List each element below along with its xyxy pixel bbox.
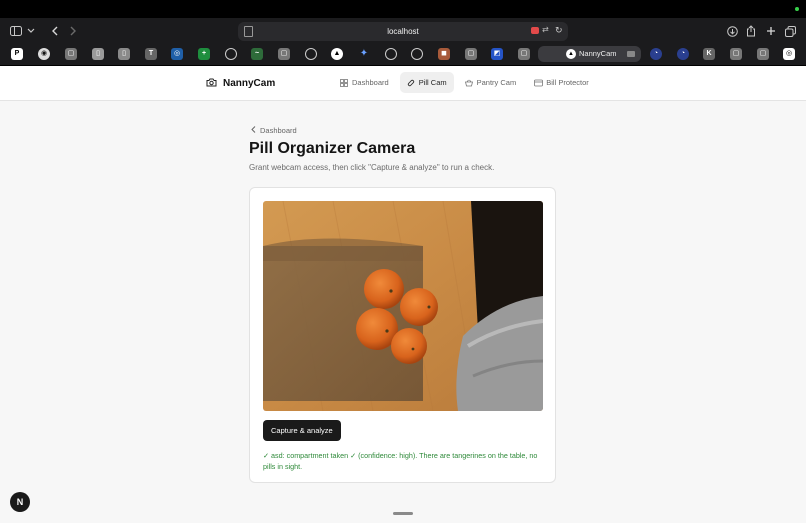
back-link[interactable]: Dashboard [251,126,297,135]
nextjs-dev-badge[interactable]: N [10,492,30,512]
chevron-left-icon [251,126,256,135]
tab-favicon-icon[interactable]: ◎ [783,48,795,60]
tab-favicon-icon[interactable]: ◉ [38,48,50,60]
back-arrow-icon[interactable] [48,18,62,44]
translate-icon[interactable]: ⇄ [542,25,549,34]
recording-icon[interactable] [531,27,539,34]
github-icon[interactable] [385,48,397,60]
nav-dashboard[interactable]: Dashboard [333,72,396,93]
tab-strip: P ◉ ▢ ▯ ▯ T ◎ + ~ ▢ ▲ ✦ ◼ ▢ ◩ ▢ ▲ NannyC… [0,44,806,66]
webcam-preview [263,201,543,411]
page-subtitle: Grant webcam access, then click "Capture… [249,163,495,172]
grid-icon [340,78,348,87]
analysis-result: ✓ asd: compartment taken ✓ (confidence: … [263,451,538,471]
tab-favicon-icon[interactable]: ◼ [438,48,450,60]
camera-icon [206,74,217,92]
back-link-label: Dashboard [260,126,297,135]
tab-favicon-icon[interactable]: ▢ [730,48,742,60]
nav-pantry-cam[interactable]: Pantry Cam [458,72,524,93]
github-icon[interactable] [225,48,237,60]
tab-favicon-icon[interactable]: ◔ [650,48,662,60]
sparkle-icon[interactable]: ✦ [358,48,370,60]
url-text: localhost [387,27,419,36]
tab-favicon-icon[interactable]: ~ [251,48,263,60]
card-icon [534,79,544,87]
tab-favicon-icon[interactable]: ◩ [491,48,503,60]
tab-favicon-icon[interactable]: ▯ [118,48,130,60]
forward-arrow-icon[interactable] [66,18,80,44]
sidebar-toggle-icon[interactable] [8,18,24,44]
github-icon[interactable] [411,48,423,60]
nav-label: Pantry Cam [476,78,517,87]
download-icon[interactable] [725,18,739,44]
active-tab-label: NannyCam [579,49,617,58]
tab-favicon-icon[interactable]: P [11,48,23,60]
brand-name: NannyCam [223,77,276,89]
address-bar[interactable]: localhost ⇄ ↻ [238,22,568,41]
nav-bill-protector[interactable]: Bill Protector [527,72,596,93]
scroll-handle[interactable] [393,512,413,515]
tab-favicon-icon[interactable]: ◔ [677,48,689,60]
nav-label: Dashboard [352,78,389,87]
new-tab-icon[interactable] [764,18,778,44]
tab-favicon-icon[interactable]: ▢ [757,48,769,60]
nav-label: Pill Cam [418,78,447,87]
nav-label: Bill Protector [546,78,589,87]
github-icon[interactable] [305,48,317,60]
tab-overview-icon[interactable] [783,18,797,44]
camera-in-use-icon [627,51,635,57]
tab-favicon-icon[interactable]: ▲ [331,48,343,60]
page-title: Pill Organizer Camera [249,140,416,157]
active-tab[interactable]: ▲ NannyCam [538,46,641,62]
tab-favicon-icon[interactable]: T [145,48,157,60]
nav-pill-cam[interactable]: Pill Cam [399,72,454,93]
tab-favicon-icon[interactable]: ◎ [171,48,183,60]
tab-favicon-icon[interactable]: + [198,48,210,60]
tab-favicon-icon[interactable]: ▢ [65,48,77,60]
tab-favicon-icon[interactable]: ▢ [518,48,530,60]
tab-favicon-icon[interactable]: ▢ [465,48,477,60]
main-nav: Dashboard Pill Cam Pantry Cam Bill Prote… [333,72,596,93]
brand[interactable]: NannyCam [206,66,275,100]
basket-icon [464,79,473,87]
capture-analyze-button[interactable]: Capture & analyze [263,420,341,441]
webcam-frame-image [263,201,543,411]
tab-favicon-icon[interactable]: ▢ [278,48,290,60]
chevron-down-icon[interactable] [26,18,36,44]
camera-indicator-dot [795,7,799,11]
browser-toolbar: localhost ⇄ ↻ [0,18,806,44]
app-header: NannyCam Dashboard Pill Cam Pantry Cam B… [0,66,806,101]
pill-icon [407,79,415,87]
system-top-bar [0,0,806,18]
tab-favicon-icon[interactable]: K [703,48,715,60]
reload-icon[interactable]: ↻ [555,25,563,36]
camera-card: Capture & analyze ✓ asd: compartment tak… [249,187,556,483]
nannycam-favicon-icon: ▲ [566,49,576,59]
share-icon[interactable] [744,18,758,44]
tab-favicon-icon[interactable]: ▯ [92,48,104,60]
